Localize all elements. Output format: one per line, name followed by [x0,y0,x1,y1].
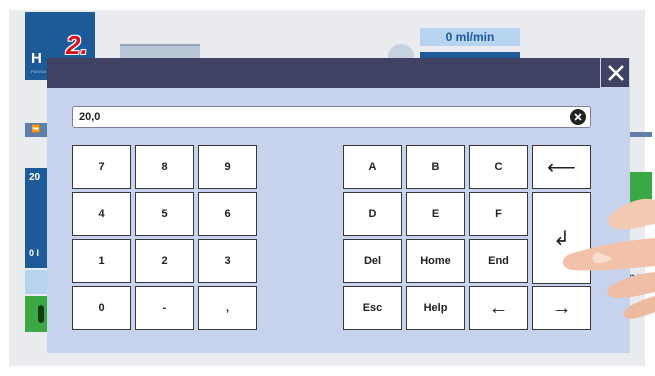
key-minus[interactable]: - [135,286,194,330]
close-button[interactable] [600,58,630,88]
value-input[interactable]: 20,0 [72,106,591,128]
left-panel-top-value: 20 [29,172,41,183]
enter-icon: ↲ [553,227,570,250]
fast-forward-button[interactable]: ⏩ [25,123,47,137]
backspace-icon: ⟵ [547,156,576,179]
key-5[interactable]: 5 [135,192,194,236]
key-2[interactable]: 2 [135,239,194,283]
brand-logo-text: H [31,50,42,67]
key-e[interactable]: E [406,192,465,236]
key-8[interactable]: 8 [135,145,194,189]
key-3[interactable]: 3 [198,239,257,283]
left-light-strip [25,270,47,294]
end-key[interactable]: End [469,239,528,283]
right-divider-bar [630,132,652,137]
home-key[interactable]: Home [406,239,465,283]
key-comma[interactable]: , [198,286,257,330]
key-9[interactable]: 9 [198,145,257,189]
key-0[interactable]: 0 [72,286,131,330]
cursor-left-key[interactable]: ← [469,286,528,330]
key-7[interactable]: 7 [72,145,131,189]
tank-graphic [120,44,200,58]
key-4[interactable]: 4 [72,192,131,236]
arrow-left-icon: ← [488,296,509,319]
arrow-right-icon: → [551,296,572,319]
keyboard-dialog: 20,0 7 8 9 4 5 6 1 2 3 0 - , A B C ⟵ D E… [47,58,630,353]
right-green-button[interactable] [630,172,652,208]
key-f[interactable]: F [469,192,528,236]
brand-logo-subtext: PASSA [31,69,47,74]
dialog-titlebar [47,58,630,88]
key-b[interactable]: B [406,145,465,189]
delete-key[interactable]: Del [343,239,402,283]
help-key[interactable]: Help [406,286,465,330]
key-d[interactable]: D [343,192,402,236]
power-toggle-icon [38,305,44,323]
input-value: 20,0 [79,111,101,123]
step-number-label: 2. [66,30,88,60]
backspace-key[interactable]: ⟵ [532,145,591,189]
key-a[interactable]: A [343,145,402,189]
clear-icon[interactable] [570,109,586,125]
cursor-right-key[interactable]: → [532,286,591,330]
enter-key[interactable]: ↲ [532,192,591,284]
key-c[interactable]: C [469,145,528,189]
flow-rate-display: 0 ml/min [420,28,520,46]
close-icon [608,65,624,81]
left-panel-bottom-value: 0 l [29,248,40,258]
escape-key[interactable]: Esc [343,286,402,330]
key-6[interactable]: 6 [198,192,257,236]
key-1[interactable]: 1 [72,239,131,283]
right-partial-text: pe [628,270,643,284]
